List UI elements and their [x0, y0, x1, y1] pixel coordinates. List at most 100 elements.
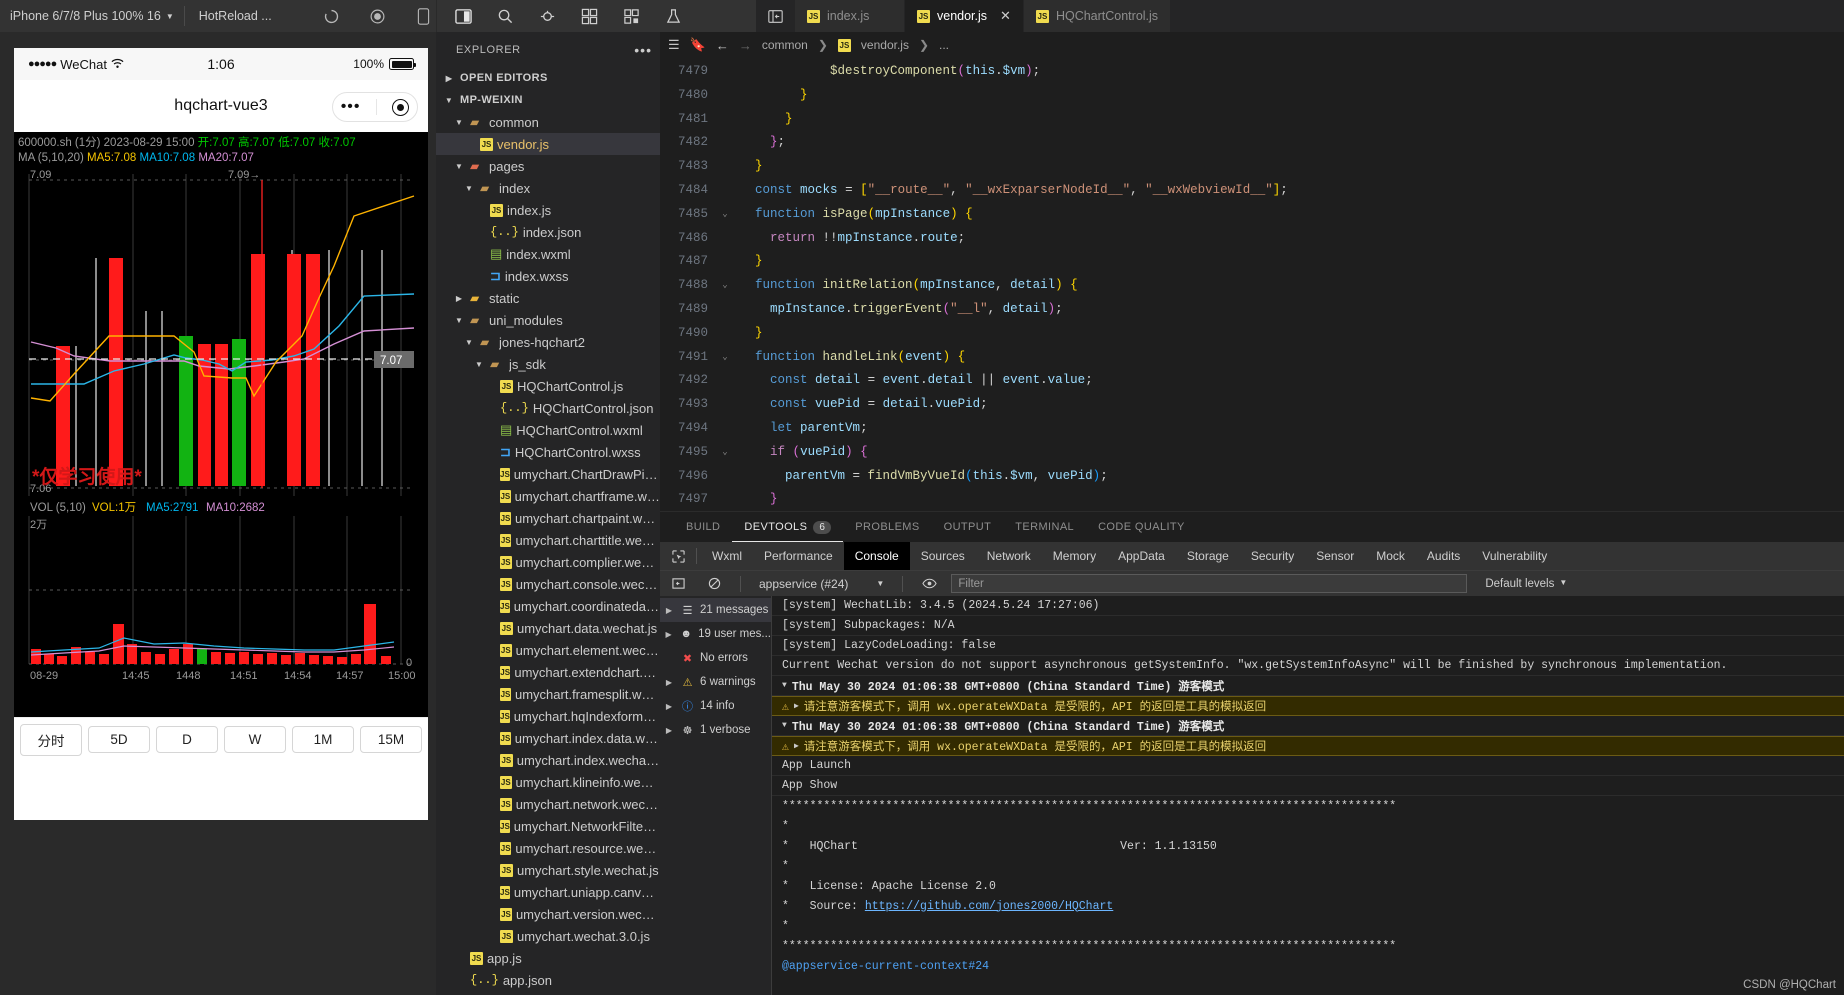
explorer-tree[interactable]: ▶ OPEN EDITORS ▼ MP-WEIXIN ▼ ▰ common JS vendor.… — [436, 67, 660, 995]
code-line[interactable]: 7493 const vuePid = detail.vuePid; — [660, 393, 1844, 417]
layout-icon[interactable] — [579, 6, 599, 26]
console-log-row[interactable]: ⚠ ▶ 请注意游客模式下，调用 wx.operateWXData 是受限的，API … — [772, 696, 1844, 716]
breadcrumb-part-more[interactable]: ... — [939, 38, 949, 52]
tree-folder[interactable]: ▶ ▰ static — [436, 287, 660, 309]
console-log-row[interactable]: Current Wechat version do not support as… — [772, 656, 1844, 676]
context-selector[interactable]: appservice (#24) ▼ — [753, 577, 890, 591]
chart-canvas[interactable]: 7.09 7.06 7.09→ 7.07 *仅学习使用* VOL (5,10) … — [14, 166, 428, 717]
tree-file[interactable]: JS umychart.style.wechat.js — [436, 859, 660, 881]
code-line[interactable]: 7481 } — [660, 108, 1844, 132]
tree-file[interactable]: JSumychart.resource.wechat.js — [436, 837, 660, 859]
code-line[interactable]: 7479 $destroyComponent(this.$vm); — [660, 60, 1844, 84]
tree-file[interactable]: JS vendor.js — [436, 133, 660, 155]
timeframe-15m[interactable]: 15M — [360, 726, 422, 753]
console-log-row[interactable]: ▼ Thu May 30 2024 01:06:38 GMT+0800 (Chin… — [772, 676, 1844, 696]
tree-folder[interactable]: ▼ ▰ index — [436, 177, 660, 199]
code-line[interactable]: 7497 } — [660, 488, 1844, 511]
editor-tab-vendor-js[interactable]: JS vendor.js ✕ — [905, 0, 1024, 32]
code-editor[interactable]: 7479 $destroyComponent(this.$vm); 7480 } 7… — [660, 58, 1844, 511]
tree-file[interactable]: JS index.js — [436, 199, 660, 221]
console-log-row[interactable]: * — [772, 856, 1844, 876]
devtools-tab-security[interactable]: Security — [1240, 542, 1305, 570]
console-count-error[interactable]: ✖ No errors — [660, 646, 771, 670]
chevron-right-icon[interactable]: ▶ — [663, 678, 675, 687]
tree-file[interactable]: JSumychart.chartframe.wechat.js — [436, 485, 660, 507]
tree-folder[interactable]: ▼ ▰ pages — [436, 155, 660, 177]
tree-file[interactable]: JSumychart.index.data.wechat.js — [436, 727, 660, 749]
expand-icon[interactable]: ▶ — [794, 741, 799, 751]
code-line[interactable]: 7485 ⌄ function isPage(mpInstance) { — [660, 203, 1844, 227]
console-log-row[interactable]: * Source: https://github.com/jones2000/H… — [772, 896, 1844, 916]
code-line[interactable]: 7492 const detail = event.detail || even… — [660, 369, 1844, 393]
more-actions-icon[interactable]: ••• — [634, 42, 652, 58]
chevron-down-icon[interactable]: ▼ — [452, 118, 466, 127]
chevron-right-icon[interactable]: ▶ — [663, 630, 674, 639]
timeframe-w[interactable]: W — [224, 726, 286, 753]
editor-tab-index-js[interactable]: JS index.js — [795, 0, 905, 32]
code-line[interactable]: 7489 mpInstance.triggerEvent("__l", deta… — [660, 298, 1844, 322]
console-log-row[interactable]: ****************************************… — [772, 796, 1844, 816]
console-log-list[interactable]: [system] WechatLib: 3.4.5 (2024.5.24 17:… — [772, 596, 1844, 995]
chevron-right-icon[interactable]: ▶ — [663, 702, 675, 711]
console-count-user[interactable]: ▶ ☻ 19 user mes... — [660, 622, 772, 646]
tree-file[interactable]: JSumychart.hqIndexformula.wechat.js — [436, 705, 660, 727]
devtools-tab-bar[interactable]: Wxml Performance Console Sources Network Memo… — [660, 542, 1844, 570]
code-line[interactable]: 7496 parentVm = findVmByVueId(this.$vm, … — [660, 465, 1844, 489]
timeframe-d[interactable]: D — [156, 726, 218, 753]
source-link[interactable]: https://github.com/jones2000/HQChart — [865, 900, 1113, 913]
console-count-verbose[interactable]: ▶ ☸ 1 verbose — [660, 718, 771, 742]
record-icon[interactable] — [368, 6, 388, 26]
tree-file[interactable]: JS HQChartControl.js — [436, 375, 660, 397]
console-count-info[interactable]: ▶ ⓘ 14 info — [660, 694, 771, 718]
split-editor-icon[interactable] — [453, 6, 473, 26]
wechat-capsule[interactable]: ••• — [332, 92, 418, 122]
console-log-row[interactable]: ▼ Thu May 30 2024 01:06:38 GMT+0800 (Chin… — [772, 716, 1844, 736]
clear-console-icon[interactable] — [700, 577, 728, 590]
console-log-row[interactable]: * License: Apache License 2.0 — [772, 876, 1844, 896]
fold-chevron-icon[interactable]: ⌄ — [716, 203, 734, 227]
tree-folder[interactable]: ▼ ▰ js_sdk — [436, 353, 660, 375]
beaker-icon[interactable] — [663, 6, 683, 26]
panel-tab-problems[interactable]: PROBLEMS — [843, 512, 931, 542]
forward-arrow-icon[interactable]: → — [739, 38, 752, 53]
collapse-icon[interactable]: ▼ — [782, 681, 787, 690]
panel-tab-output[interactable]: OUTPUT — [932, 512, 1004, 542]
breadcrumb-part-common[interactable]: common — [762, 38, 808, 52]
panel-tab-code-quality[interactable]: CODE QUALITY — [1086, 512, 1197, 542]
console-count-list[interactable]: ▶ ☰ 21 messages — [660, 598, 771, 622]
tree-file[interactable]: JSumychart.element.wechat.js — [436, 639, 660, 661]
code-line[interactable]: 7483 } — [660, 155, 1844, 179]
chevron-down-icon[interactable]: ▼ — [472, 360, 486, 369]
console-log-row[interactable]: ****************************************… — [772, 936, 1844, 956]
device-rotate-icon[interactable] — [414, 6, 434, 26]
bookmark-icon[interactable]: 🔖 — [690, 37, 706, 53]
console-log-row[interactable]: * — [772, 816, 1844, 836]
console-log-row[interactable]: @appservice-current-context#24 — [772, 956, 1844, 976]
chevron-right-icon[interactable]: ▶ — [663, 606, 675, 615]
devtools-tab-memory[interactable]: Memory — [1042, 542, 1107, 570]
debug-icon[interactable] — [537, 6, 557, 26]
filter-input[interactable]: Filter — [951, 574, 1468, 593]
devtools-tab-performance[interactable]: Performance — [753, 542, 844, 570]
tree-file[interactable]: ▤ index.wxml — [436, 243, 660, 265]
tree-file[interactable]: JSumychart.charttitle.wechat.js — [436, 529, 660, 551]
tree-file[interactable]: JSumychart.complier.wechat.js — [436, 551, 660, 573]
panel-tab-terminal[interactable]: TERMINAL — [1003, 512, 1086, 542]
tree-file[interactable]: ▤ HQChartControl.wxml — [436, 419, 660, 441]
outline-icon[interactable]: ☰ — [668, 37, 680, 53]
devtools-tab-sources[interactable]: Sources — [910, 542, 976, 570]
tree-file[interactable]: JSumychart.chartpaint.wechat.js — [436, 507, 660, 529]
console-log-row[interactable]: * HQChart Ver: 1.1.13150 — [772, 836, 1844, 856]
tree-folder[interactable]: ▼ ▰ jones-hqchart2 — [436, 331, 660, 353]
fold-chevron-icon[interactable]: ⌄ — [716, 346, 734, 370]
tree-file[interactable]: {..} app.json — [436, 969, 660, 991]
code-line[interactable]: 7491 ⌄ function handleLink(event) { — [660, 346, 1844, 370]
chevron-right-icon[interactable]: ▶ — [663, 726, 675, 735]
devtools-tab-storage[interactable]: Storage — [1176, 542, 1240, 570]
tree-folder[interactable]: ▼ ▰ uni_modules — [436, 309, 660, 331]
code-line[interactable]: 7494 let parentVm; — [660, 417, 1844, 441]
console-log-row[interactable]: * — [772, 916, 1844, 936]
device-selector[interactable]: iPhone 6/7/8 Plus 100% 16 ▼ — [0, 0, 184, 32]
tree-file[interactable]: JS umychart.data.wechat.js — [436, 617, 660, 639]
panel-tab-bar[interactable]: BUILD DEVTOOLS 6 PROBLEMS OUTPUT TERMINAL CODE… — [660, 512, 1844, 542]
